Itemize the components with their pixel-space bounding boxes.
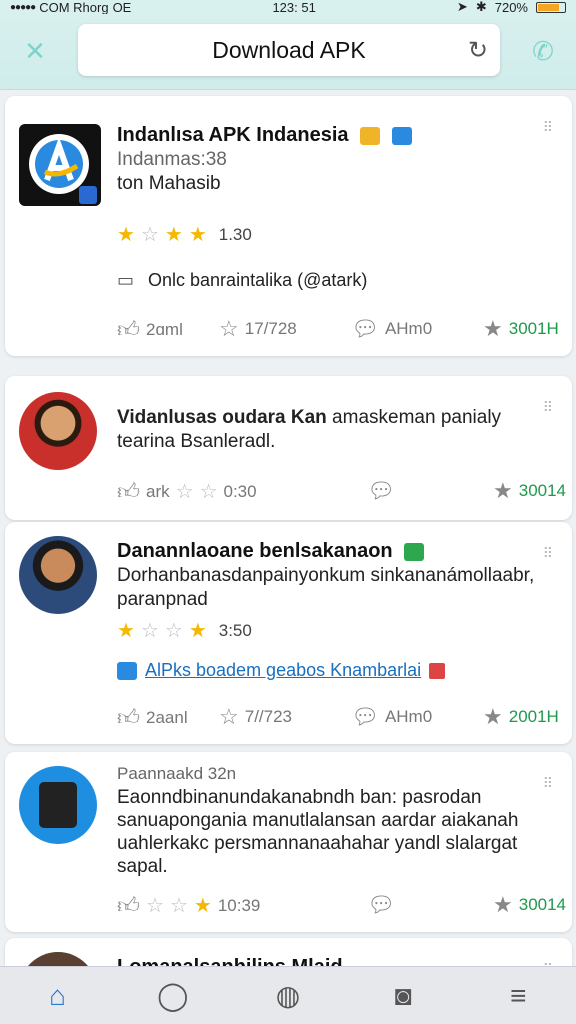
close-icon[interactable]: ✕ (20, 36, 50, 66)
phone-icon[interactable]: ✆ (528, 36, 558, 66)
post-card[interactable]: ⠿ Danannlaoane benlsakanaon Dorhanbanasd… (5, 522, 572, 744)
checkmark-badge-icon (391, 126, 412, 145)
comment-button[interactable]: 💬︎ AHm0 (351, 704, 432, 730)
comment-icon: 💬︎ (351, 316, 379, 341)
carrier-label: COM Rhorg (39, 0, 109, 15)
post-text: Dorhanbanasdanpainyonkum sinkananámollaa… (117, 565, 535, 610)
profile-icon[interactable]: ◯ (148, 971, 198, 1021)
signal-icon: ●●●●● (10, 1, 36, 13)
drag-handle-icon[interactable]: ⠿ (543, 546, 554, 560)
rating-row: ★ ☆ ★ ★ 1.30 (117, 222, 252, 247)
attachment-icon: ▭ (117, 270, 135, 290)
refresh-icon[interactable]: ↻ (468, 36, 488, 65)
star-green-icon: ★ (493, 892, 513, 917)
score-badge: ★ 3001H (483, 316, 559, 341)
verified-badge-icon (360, 126, 381, 145)
post-card[interactable]: ⠿ Vidanlusas oudara Kan amaskeman panial… (5, 376, 572, 520)
flag-icon (429, 662, 446, 679)
post-card[interactable]: ⠿ Paannaakd 32n Eaonndbinanundakanabndh … (5, 752, 572, 932)
verified-badge-icon (404, 542, 425, 561)
thumbs-up-icon: 👍︎ (117, 893, 140, 918)
star-icon: ☆ (140, 224, 159, 246)
comment-icon: 💬︎ (367, 892, 395, 917)
avatar[interactable] (19, 392, 97, 470)
score-badge: ★ 30014 (493, 478, 567, 503)
post-title: Danannlaoane benlsakanaon (117, 540, 425, 563)
rating-row: ★ ☆ ☆ ★ 3:50 (117, 618, 252, 643)
link-icon (117, 661, 137, 680)
link-row[interactable]: ▭ Onlc banraintalika (@atark) (117, 270, 367, 291)
rating-value: 1.30 (218, 224, 252, 244)
like-button[interactable]: 👍︎ ark ☆ ☆ 0:30 (117, 478, 257, 505)
rating-value: 3:50 (218, 620, 252, 640)
battery-percent: 720% (494, 0, 528, 15)
location-icon: ➤ (456, 0, 468, 14)
compass-icon[interactable]: ◍ (263, 971, 313, 1021)
star-icon: ★ (188, 224, 207, 246)
star-green-icon: ★ (483, 704, 503, 729)
app-header: ✕ Download APK ↻ ✆ (0, 14, 576, 90)
search-text: Download APK (212, 36, 366, 63)
star-icon: ☆ (140, 620, 159, 642)
post-header: Paannaakd 32n (117, 764, 237, 783)
home-icon[interactable]: ⌂ (33, 971, 83, 1021)
comment-button[interactable]: 💬︎ (367, 478, 395, 504)
star-icon: ★ (164, 224, 183, 246)
app-logo (19, 124, 101, 206)
battery-icon (535, 1, 566, 13)
rating-row[interactable]: 👍︎ ☆ ☆ ★ 10:39 (117, 892, 260, 919)
network-label: OE (112, 0, 132, 15)
like-button[interactable]: 👍︎ 2aanl (117, 704, 188, 731)
star-icon: ★ (193, 895, 212, 917)
star-green-icon: ★ (483, 316, 503, 341)
score-badge: ★ 30014 (493, 892, 567, 917)
star-icon: ☆ (146, 895, 164, 917)
thumbs-up-icon: 👍︎ (117, 479, 140, 504)
bottom-nav: ⌂ ◯ ◍ ◙ ≡ (0, 966, 576, 1024)
post-card[interactable]: ⠿ Indanlısa APK Indanesia Indanmas:38 to… (5, 96, 572, 356)
avatar[interactable] (19, 766, 97, 844)
post-subtitle: Indanmas:38 (117, 149, 227, 170)
link-text: Onlc banraintalika (@atark) (148, 270, 368, 290)
star-icon: ☆ (164, 620, 183, 642)
star-green-icon: ★ (493, 478, 513, 503)
post-text: ton Mahasib (117, 173, 221, 194)
star-outline-icon: ☆ (219, 316, 239, 341)
comment-button[interactable]: 💬︎ (367, 892, 395, 918)
comment-icon: 💬︎ (367, 478, 395, 503)
bluetooth-icon: ✱ (475, 0, 487, 14)
status-bar: ●●●●● COM Rhorg OE 123: 51 ➤ ✱ 720% (0, 0, 576, 15)
avatar[interactable] (19, 536, 97, 614)
star-icon: ☆ (199, 481, 218, 503)
comment-button[interactable]: 💬︎ AHm0 (351, 316, 432, 342)
post-text: Vidanlusas oudara Kan amaskeman panialy … (117, 407, 502, 452)
comment-icon: 💬︎ (351, 704, 379, 729)
star-icon: ★ (188, 620, 207, 642)
post-title: Indanlısa APK Indanesia (117, 124, 412, 147)
link-row[interactable]: AlPks boadem geabos Knambarlai (117, 660, 446, 681)
drag-handle-icon[interactable]: ⠿ (543, 120, 554, 134)
star-icon: ★ (117, 224, 135, 246)
thumbs-up-icon: 👍︎ (117, 705, 140, 730)
phone-image (39, 782, 77, 828)
star-icon: ☆ (169, 895, 188, 917)
favorite-button[interactable]: ☆ 17/728 (219, 316, 297, 342)
score-badge: ★ 2001H (483, 704, 559, 729)
star-outline-icon: ☆ (219, 704, 239, 729)
like-button[interactable]: 👍︎ 2ɑml (117, 316, 183, 343)
post-text: Eaonndbinanundakanabndh ban: pasrodan sa… (117, 787, 519, 877)
link-text[interactable]: AlPks boadem geabos Knambarlai (145, 660, 421, 681)
favorite-button[interactable]: ☆ 7//723 (219, 704, 292, 730)
search-bar[interactable]: Download APK ↻ (78, 24, 500, 76)
thumbs-up-icon: 👍︎ (117, 317, 140, 342)
camera-icon[interactable]: ◙ (378, 971, 428, 1021)
clock: 123: 51 (272, 0, 316, 15)
star-icon: ☆ (175, 481, 194, 503)
drag-handle-icon[interactable]: ⠿ (543, 400, 554, 414)
star-icon: ★ (117, 620, 135, 642)
menu-icon[interactable]: ≡ (493, 971, 543, 1021)
